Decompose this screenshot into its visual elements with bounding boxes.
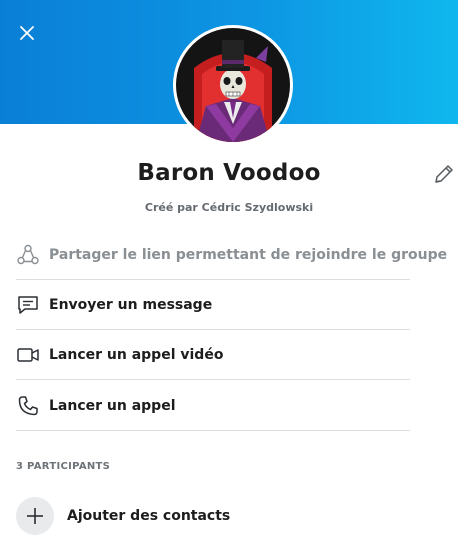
share-link-action[interactable]: Partager le lien permettant de rejoindre… bbox=[16, 230, 447, 280]
add-contact-avatar bbox=[16, 497, 54, 535]
divider bbox=[16, 430, 410, 431]
audio-call-action[interactable]: Lancer un appel bbox=[16, 381, 410, 431]
group-avatar[interactable] bbox=[173, 25, 293, 145]
audio-call-label: Lancer un appel bbox=[49, 398, 176, 414]
divider bbox=[16, 379, 410, 380]
video-icon bbox=[16, 343, 40, 367]
phone-icon bbox=[16, 394, 40, 418]
message-icon bbox=[16, 293, 40, 317]
add-contacts-label: Ajouter des contacts bbox=[67, 508, 231, 524]
plus-icon bbox=[27, 508, 43, 524]
send-message-action[interactable]: Envoyer un message bbox=[16, 280, 410, 330]
video-call-action[interactable]: Lancer un appel vidéo bbox=[16, 330, 410, 380]
pencil-icon bbox=[435, 165, 453, 183]
add-contacts-button[interactable]: Ajouter des contacts bbox=[16, 496, 410, 536]
close-icon bbox=[20, 26, 34, 40]
share-icon bbox=[16, 243, 40, 267]
send-message-label: Envoyer un message bbox=[49, 297, 213, 313]
close-button[interactable] bbox=[14, 20, 40, 46]
participants-header: 3 PARTICIPANTS bbox=[16, 461, 111, 472]
created-by-text: Créé par Cédric Szydlowski bbox=[144, 201, 314, 214]
video-call-label: Lancer un appel vidéo bbox=[49, 347, 224, 363]
edit-group-button[interactable] bbox=[432, 162, 456, 186]
group-title: Baron Voodoo bbox=[137, 160, 321, 186]
share-link-label: Partager le lien permettant de rejoindre… bbox=[49, 247, 448, 263]
voodoo-avatar-image bbox=[176, 28, 290, 142]
